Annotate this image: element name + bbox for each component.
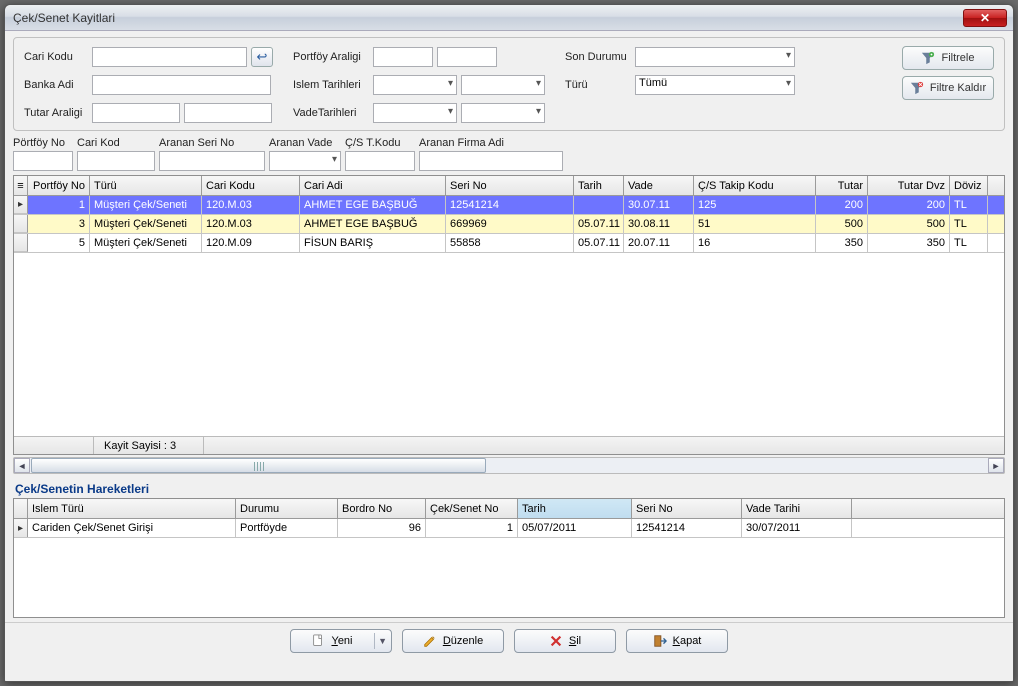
- g2-col-seri[interactable]: Seri No: [632, 499, 742, 518]
- qf-portfoy-input[interactable]: [13, 151, 73, 171]
- vade-tarihleri-label: VadeTarihleri: [293, 107, 369, 119]
- col-doviz[interactable]: Döviz: [950, 176, 988, 195]
- scroll-thumb[interactable]: [31, 458, 486, 473]
- vade-tarih-to[interactable]: [461, 103, 545, 123]
- col-tutardvz[interactable]: Tutar Dvz: [868, 176, 950, 195]
- quick-filter-row: Pörtföy No Cari Kod Aranan Seri No Arana…: [5, 135, 1013, 175]
- col-takip[interactable]: Ç/S Takip Kodu: [694, 176, 816, 195]
- tutar-araligi-label: Tutar Araligi: [24, 107, 88, 119]
- turu-label: Türü: [565, 79, 631, 91]
- g2-col-durumu[interactable]: Durumu: [236, 499, 338, 518]
- qf-tkodu-label: Ç/S T.Kodu: [345, 137, 415, 149]
- qf-firma-label: Aranan Firma Adi: [419, 137, 563, 149]
- col-tutar[interactable]: Tutar: [816, 176, 868, 195]
- grid2-indicator-header: [14, 499, 28, 518]
- lookup-icon: ↩: [257, 49, 268, 65]
- kapat-button[interactable]: Kapat: [626, 629, 728, 653]
- qf-carikod-label: Cari Kod: [77, 137, 155, 149]
- table-row[interactable]: 3 Müşteri Çek/Seneti 120.M.03 AHMET EGE …: [14, 215, 1004, 234]
- banka-adi-input[interactable]: [92, 75, 271, 95]
- close-icon: ✕: [980, 11, 990, 25]
- titlebar[interactable]: Çek/Senet Kayitlari ✕: [5, 5, 1013, 31]
- g2-col-ceksenet[interactable]: Çek/Senet No: [426, 499, 518, 518]
- filtrele-button[interactable]: Filtrele: [902, 46, 994, 70]
- scroll-left-icon[interactable]: ◄: [14, 458, 30, 473]
- banka-adi-label: Banka Adi: [24, 79, 88, 91]
- row-indicator-icon: ▸: [18, 523, 23, 534]
- new-icon: [311, 634, 325, 648]
- delete-icon: [549, 634, 563, 648]
- col-turu[interactable]: Türü: [90, 176, 202, 195]
- g2-col-islem[interactable]: Islem Türü: [28, 499, 236, 518]
- grid-indicator-header[interactable]: ≡: [14, 176, 28, 195]
- chevron-down-icon[interactable]: ▼: [378, 636, 387, 646]
- qf-seri-input[interactable]: [159, 151, 265, 171]
- filtre-kaldir-button[interactable]: Filtre Kaldır: [902, 76, 994, 100]
- filtre-kaldir-label: Filtre Kaldır: [930, 82, 986, 94]
- yeni-button[interactable]: Yeni ▼: [290, 629, 392, 653]
- grid-body: ▸ 1 Müşteri Çek/Seneti 120.M.03 AHMET EG…: [14, 196, 1004, 253]
- son-durumu-label: Son Durumu: [565, 51, 631, 63]
- portfoy-to-input[interactable]: [437, 47, 497, 67]
- g2-col-tarih[interactable]: Tarih: [518, 499, 632, 518]
- qf-tkodu-input[interactable]: [345, 151, 415, 171]
- vade-tarih-from[interactable]: [373, 103, 457, 123]
- funnel-remove-icon: [910, 81, 924, 95]
- filtrele-label: Filtrele: [941, 52, 974, 64]
- g2-col-vade[interactable]: Vade Tarihi: [742, 499, 852, 518]
- qf-vade-label: Aranan Vade: [269, 137, 341, 149]
- footer-toolbar: Yeni ▼ Düzenle Sil Kapat: [5, 622, 1013, 658]
- col-vade[interactable]: Vade: [624, 176, 694, 195]
- row-indicator-icon: ▸: [18, 199, 23, 210]
- islem-tarihleri-label: Islem Tarihleri: [293, 79, 369, 91]
- col-seri[interactable]: Seri No: [446, 176, 574, 195]
- turu-combo[interactable]: Tümü: [635, 75, 795, 95]
- main-grid: ≡ Portföy No Türü Cari Kodu Cari Adi Ser…: [13, 175, 1005, 455]
- hareketler-grid: Islem Türü Durumu Bordro No Çek/Senet No…: [13, 498, 1005, 618]
- table-row[interactable]: ▸ 1 Müşteri Çek/Seneti 120.M.03 AHMET EG…: [14, 196, 1004, 215]
- grid-header-row: ≡ Portföy No Türü Cari Kodu Cari Adi Ser…: [14, 176, 1004, 196]
- main-window: Çek/Senet Kayitlari ✕ Cari Kodu ↩ Banka …: [4, 4, 1014, 682]
- col-tarih[interactable]: Tarih: [574, 176, 624, 195]
- edit-icon: [423, 634, 437, 648]
- exit-icon: [653, 634, 667, 648]
- portfoy-from-input[interactable]: [373, 47, 433, 67]
- tutar-to-input[interactable]: [184, 103, 272, 123]
- col-carikodu[interactable]: Cari Kodu: [202, 176, 300, 195]
- qf-portfoy-label: Pörtföy No: [13, 137, 73, 149]
- funnel-add-icon: [921, 51, 935, 65]
- grid2-header: Islem Türü Durumu Bordro No Çek/Senet No…: [14, 499, 1004, 519]
- record-count-label: Kayit Sayisi : 3: [94, 437, 204, 454]
- duzenle-button[interactable]: Düzenle: [402, 629, 504, 653]
- col-cariadi[interactable]: Cari Adi: [300, 176, 446, 195]
- col-portfoy[interactable]: Portföy No: [28, 176, 90, 195]
- close-button[interactable]: ✕: [963, 9, 1007, 27]
- son-durumu-combo[interactable]: [635, 47, 795, 67]
- islem-tarih-from[interactable]: [373, 75, 457, 95]
- cari-kodu-lookup-button[interactable]: ↩: [251, 47, 273, 67]
- window-title: Çek/Senet Kayitlari: [13, 11, 963, 25]
- islem-tarih-to[interactable]: [461, 75, 545, 95]
- tutar-from-input[interactable]: [92, 103, 180, 123]
- qf-firma-input[interactable]: [419, 151, 563, 171]
- qf-carikod-input[interactable]: [77, 151, 155, 171]
- sil-button[interactable]: Sil: [514, 629, 616, 653]
- cari-kodu-label: Cari Kodu: [24, 51, 88, 63]
- scroll-right-icon[interactable]: ►: [988, 458, 1004, 473]
- grid-hscrollbar[interactable]: ◄ ►: [13, 457, 1005, 474]
- cari-kodu-input[interactable]: [92, 47, 247, 67]
- filter-panel: Cari Kodu ↩ Banka Adi Tutar Araligi: [13, 37, 1005, 131]
- section-title-hareketler: Çek/Senetin Hareketleri: [5, 478, 1013, 498]
- grid-empty-space: [14, 253, 1004, 436]
- g2-col-bordro[interactable]: Bordro No: [338, 499, 426, 518]
- qf-seri-label: Aranan Seri No: [159, 137, 265, 149]
- content-area: Cari Kodu ↩ Banka Adi Tutar Araligi: [5, 31, 1013, 681]
- qf-vade-combo[interactable]: [269, 151, 341, 171]
- portfoy-araligi-label: Portföy Araligi: [293, 51, 369, 63]
- table-row[interactable]: 5 Müşteri Çek/Seneti 120.M.09 FİSUN BARI…: [14, 234, 1004, 253]
- grid-statusbar: Kayit Sayisi : 3: [14, 436, 1004, 454]
- grid2-row[interactable]: ▸ Cariden Çek/Senet Girişi Portföyde 96 …: [14, 519, 1004, 538]
